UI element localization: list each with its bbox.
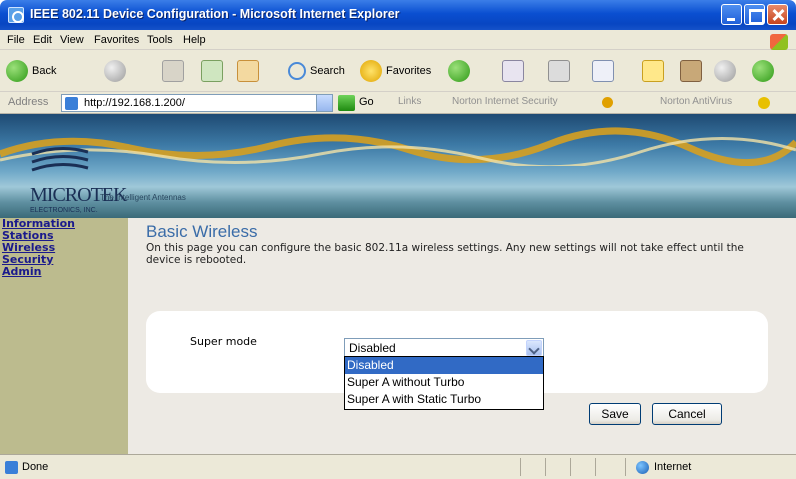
norton-icon — [602, 97, 613, 108]
history-icon — [448, 60, 470, 82]
links-label[interactable]: Links — [398, 96, 421, 107]
norton-antivirus-icon — [758, 97, 770, 109]
messenger-button[interactable] — [714, 59, 736, 83]
norton-antivirus-link[interactable]: Norton AntiVirus — [660, 96, 732, 107]
windows-logo-icon — [770, 34, 788, 50]
refresh-button[interactable] — [201, 59, 223, 83]
edit-button[interactable] — [592, 59, 614, 83]
status-bar: Done Internet — [0, 454, 796, 479]
sidebar-item-admin[interactable]: Admin — [0, 266, 128, 278]
menu-file[interactable]: File — [7, 34, 25, 46]
super-mode-label: Super mode — [190, 335, 257, 348]
maximize-button[interactable] — [744, 4, 765, 25]
star-icon — [360, 60, 382, 82]
wave-graphic — [0, 127, 796, 166]
option-super-a-with-static-turbo[interactable]: Super A with Static Turbo — [345, 391, 543, 408]
option-super-a-without-turbo[interactable]: Super A without Turbo — [345, 374, 543, 391]
stop-button[interactable] — [162, 59, 184, 83]
menu-edit[interactable]: Edit — [33, 34, 52, 46]
window-title: IEEE 802.11 Device Configuration - Micro… — [30, 7, 400, 21]
header-banner: MICROTEK The Intelligent Antennas ELECTR… — [0, 114, 796, 218]
print-button[interactable] — [548, 59, 570, 83]
address-input[interactable]: http://192.168.1.200/ — [61, 94, 333, 112]
forward-button[interactable] — [104, 59, 126, 83]
history-button[interactable] — [448, 59, 470, 83]
address-bar: Address http://192.168.1.200/ Go Links N… — [0, 92, 796, 114]
mail-icon — [502, 60, 524, 82]
internet-globe-icon — [636, 461, 649, 474]
status-separator — [625, 458, 626, 476]
forward-arrow-icon — [104, 60, 126, 82]
discuss-button[interactable] — [642, 59, 664, 83]
page-description: On this page you can configure the basic… — [146, 242, 744, 266]
security-zone: Internet — [654, 461, 692, 473]
search-button[interactable]: Search — [288, 59, 345, 83]
sidebar-nav: Information Stations Wireless Security A… — [0, 218, 128, 454]
status-separator — [520, 458, 521, 476]
super-mode-select[interactable]: Disabled — [344, 338, 544, 358]
brand-subtitle: ELECTRONICS, INC. — [30, 207, 98, 214]
status-text: Done — [22, 461, 49, 473]
address-url: http://192.168.1.200/ — [84, 97, 185, 109]
favorites-button[interactable]: Favorites — [360, 59, 431, 83]
address-label: Address — [8, 96, 49, 108]
cancel-button[interactable]: Cancel — [652, 403, 722, 425]
status-separator — [545, 458, 546, 476]
refresh-icon — [201, 60, 223, 82]
address-dropdown-icon[interactable] — [316, 95, 332, 111]
logo-mark-icon — [31, 147, 89, 172]
folder-icon — [642, 60, 664, 82]
butterfly-icon — [752, 60, 774, 82]
super-mode-options: Disabled Super A without Turbo Super A w… — [344, 356, 544, 410]
ie-icon — [8, 7, 24, 23]
status-separator — [595, 458, 596, 476]
research-button[interactable] — [680, 59, 702, 83]
toolbar: Back Search Favorites — [0, 50, 796, 92]
chevron-down-icon[interactable] — [526, 340, 542, 356]
stop-icon — [162, 60, 184, 82]
minimize-button[interactable] — [721, 4, 742, 25]
go-arrow-icon[interactable] — [338, 95, 355, 111]
edit-icon — [592, 60, 614, 82]
page-icon — [65, 97, 78, 110]
menu-bar: File Edit View Favorites Tools Help — [0, 30, 796, 50]
menu-favorites[interactable]: Favorites — [94, 34, 139, 46]
back-arrow-icon — [6, 60, 28, 82]
super-mode-value: Disabled — [349, 341, 396, 355]
page-done-icon — [5, 461, 18, 474]
menu-help[interactable]: Help — [183, 34, 206, 46]
back-button[interactable]: Back — [6, 59, 56, 83]
page-title: Basic Wireless — [146, 222, 258, 241]
title-bar: IEEE 802.11 Device Configuration - Micro… — [0, 0, 796, 30]
go-button[interactable]: Go — [359, 96, 374, 108]
option-disabled[interactable]: Disabled — [345, 357, 543, 374]
home-icon — [237, 60, 259, 82]
mail-button[interactable] — [502, 59, 524, 83]
status-separator — [570, 458, 571, 476]
menu-view[interactable]: View — [60, 34, 84, 46]
messenger-icon — [714, 60, 736, 82]
research-icon — [680, 60, 702, 82]
brand-tagline: The Intelligent Antennas — [100, 193, 186, 202]
msn-button[interactable] — [752, 59, 774, 83]
norton-security-link[interactable]: Norton Internet Security — [452, 96, 558, 107]
menu-tools[interactable]: Tools — [147, 34, 173, 46]
print-icon — [548, 60, 570, 82]
save-button[interactable]: Save — [589, 403, 641, 425]
close-button[interactable] — [767, 4, 788, 25]
home-button[interactable] — [237, 59, 259, 83]
search-icon — [288, 62, 306, 80]
